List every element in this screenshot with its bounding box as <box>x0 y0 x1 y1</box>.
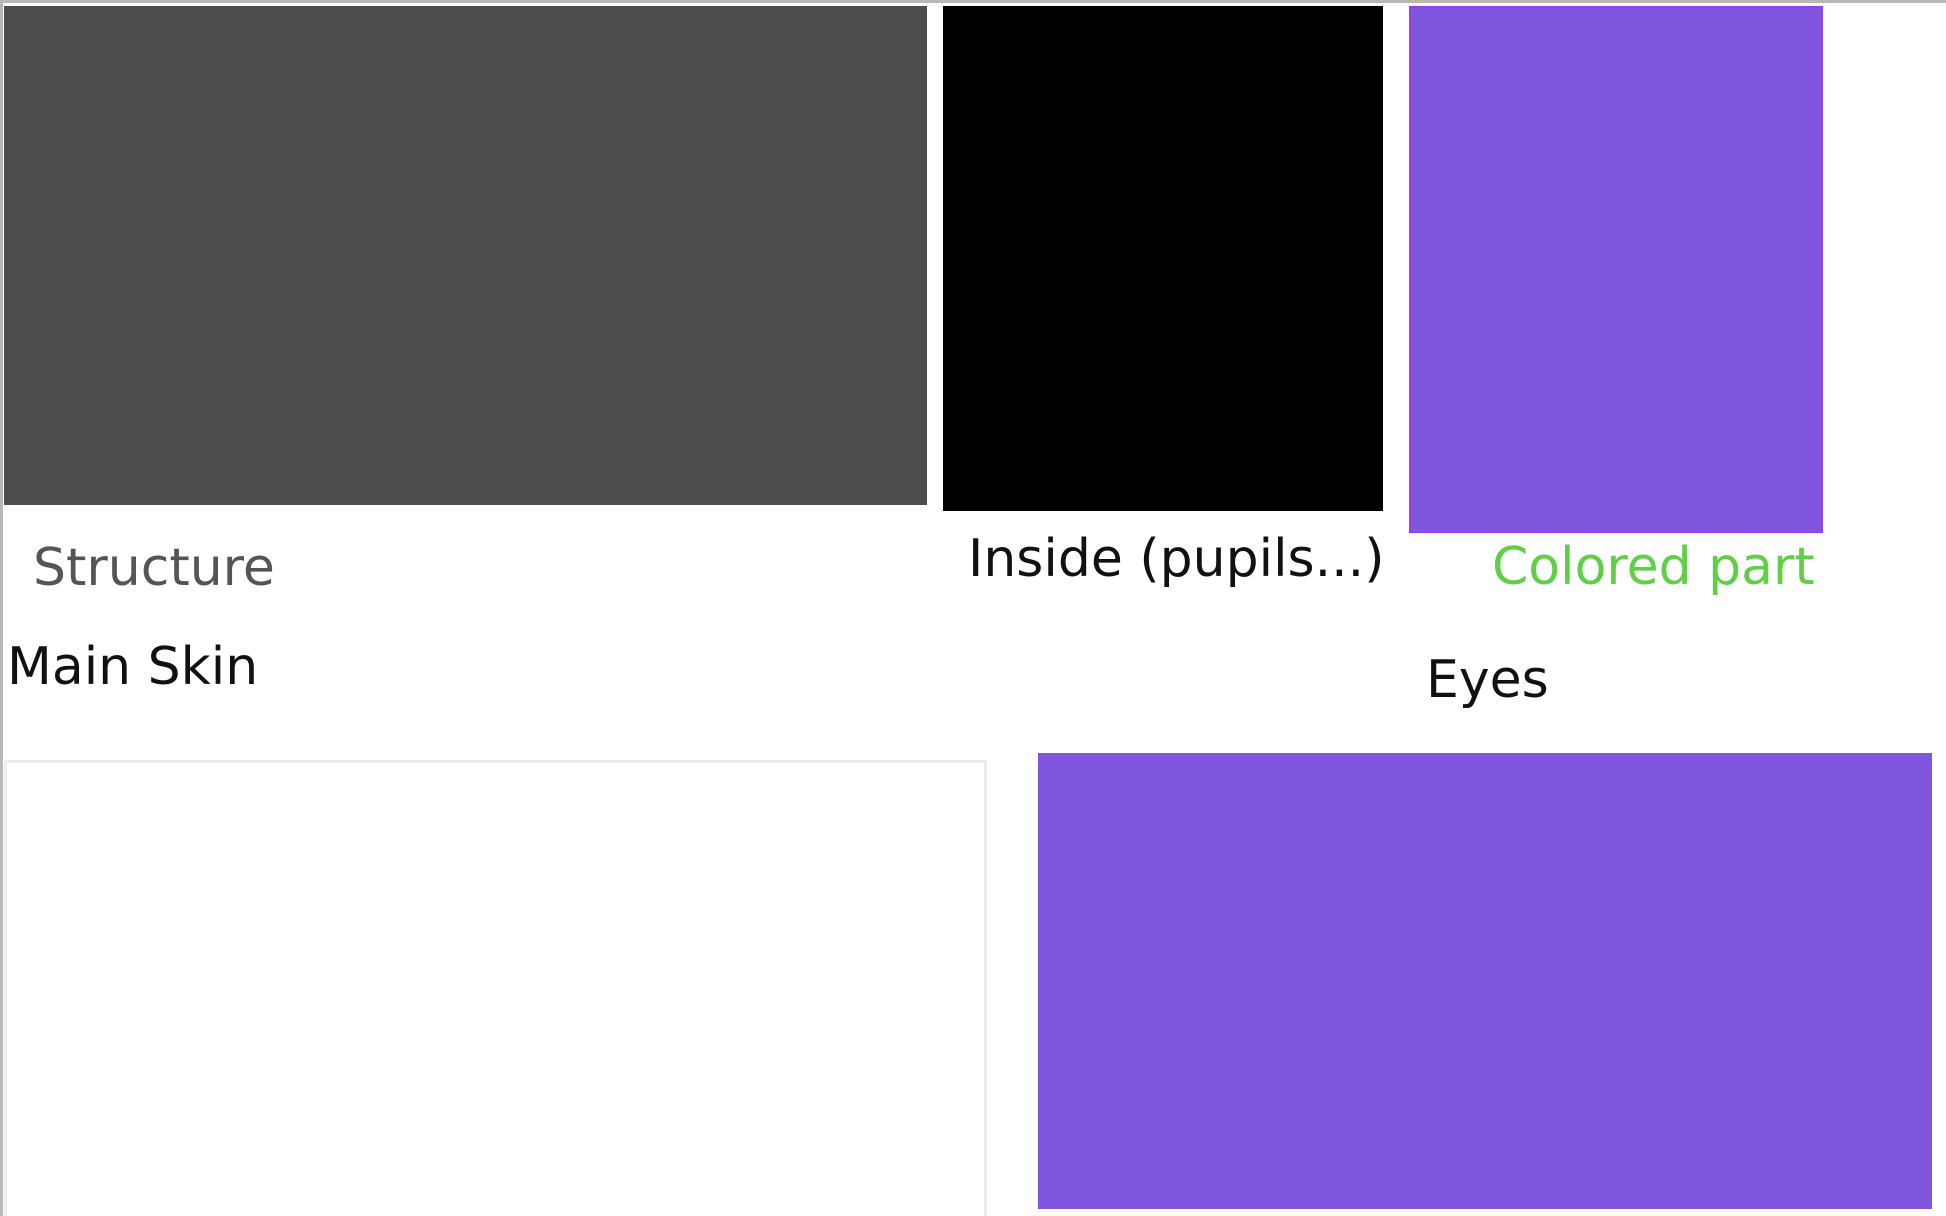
eyes-inside-color-swatch[interactable] <box>943 6 1383 511</box>
eyes-inside-label: Inside (pupils...) <box>968 529 1385 589</box>
structure-label: Structure <box>33 538 275 598</box>
eyes-colored-part-label: Colored part <box>1492 537 1815 597</box>
eyes-secondary-color-swatch[interactable] <box>1038 753 1932 1209</box>
main-skin-secondary-color-swatch[interactable] <box>4 760 987 1216</box>
structure-color-swatch[interactable] <box>4 6 927 505</box>
eyes-colored-part-color-swatch[interactable] <box>1409 6 1823 533</box>
main-skin-title: Main Skin <box>7 637 259 697</box>
eyes-title: Eyes <box>1426 650 1549 710</box>
color-picker-canvas: Structure Main Skin Inside (pupils...) C… <box>0 0 1946 1216</box>
